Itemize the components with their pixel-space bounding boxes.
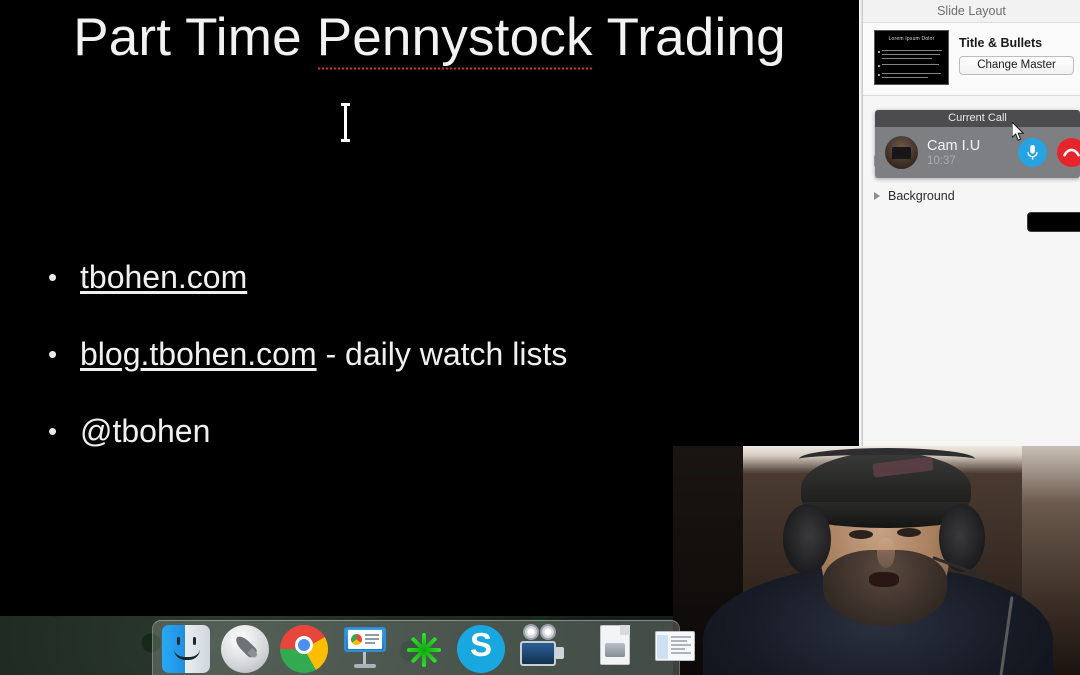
- dock-item-keynote[interactable]: [339, 621, 391, 673]
- microphone-icon: [1027, 145, 1038, 160]
- slide-title[interactable]: Part Time Pennystock Trading: [0, 4, 859, 72]
- bullet-text-2: blog.tbohen.com - daily watch lists: [80, 335, 567, 373]
- webcam-headphone-band: [799, 448, 975, 470]
- webcam-person-nose: [877, 538, 895, 568]
- master-slide-thumbnail[interactable]: Lorem Ipsum Dolor: [874, 30, 949, 85]
- background-color-swatch[interactable]: [1027, 212, 1080, 232]
- call-contact-block: Cam I.U 10:37: [927, 138, 980, 168]
- macos-dock[interactable]: S: [152, 620, 695, 675]
- bullet-marker: •: [48, 262, 58, 292]
- slide-title-part2: Trading: [592, 8, 786, 67]
- bullet-text-3: @tbohen: [80, 413, 211, 449]
- skype-glyph: S: [469, 626, 492, 663]
- finder-icon: [162, 625, 210, 673]
- webcam-headphone-cup-left: [783, 504, 831, 574]
- dock-item-starburst[interactable]: [398, 621, 450, 673]
- end-call-icon: [1063, 148, 1080, 157]
- dock-item-finder[interactable]: [162, 621, 214, 673]
- current-call-panel[interactable]: Current Call Cam I.U 10:37: [875, 110, 1080, 178]
- microphone-button[interactable]: [1018, 138, 1047, 167]
- mouse-cursor: [1012, 122, 1025, 141]
- thumbnail-title: Lorem Ipsum Dolor: [888, 36, 935, 42]
- call-panel-body: Cam I.U 10:37: [875, 127, 1080, 178]
- list-item[interactable]: • @tbohen: [48, 412, 808, 450]
- layout-name: Title & Bullets: [959, 36, 1043, 50]
- background-row[interactable]: Background: [863, 181, 1080, 211]
- slide-title-misspelled-word: Pennystock: [316, 8, 593, 70]
- slide-title-part1: Part Time: [73, 8, 317, 67]
- chrome-icon: [280, 625, 328, 673]
- background-label: Background: [888, 189, 955, 203]
- skype-icon: S: [457, 625, 505, 673]
- dock-item-chrome[interactable]: [280, 621, 332, 673]
- bullet-marker: •: [48, 416, 58, 446]
- dock-item-screen-recorder[interactable]: [516, 621, 568, 673]
- dock-item-document[interactable]: [590, 621, 642, 673]
- webcam-person-eye-left: [849, 530, 873, 539]
- dock-item-skype[interactable]: S: [457, 621, 509, 673]
- link-tbohen[interactable]: tbohen.com: [80, 259, 247, 295]
- call-panel-header: Current Call: [875, 110, 1080, 127]
- avatar: [885, 136, 918, 169]
- bullet-text-1: tbohen.com: [80, 258, 247, 296]
- webcam-person-mouth: [869, 572, 899, 587]
- call-contact-name: Cam I.U: [927, 137, 981, 154]
- layout-details: Title & Bullets Change Master: [959, 30, 1074, 75]
- list-item[interactable]: • blog.tbohen.com - daily watch lists: [48, 335, 808, 373]
- bullet-2-suffix: - daily watch lists: [316, 336, 568, 372]
- link-blog-tbohen[interactable]: blog.tbohen.com: [80, 336, 317, 372]
- chevron-right-icon[interactable]: [874, 192, 880, 200]
- dock-item-launchpad[interactable]: [221, 621, 273, 673]
- launchpad-icon: [221, 625, 269, 673]
- layout-master-row: Lorem Ipsum Dolor Title & Bullets Change…: [863, 23, 1080, 96]
- webcam-person-eye-right: [897, 528, 921, 537]
- inspector-title: Slide Layout: [863, 0, 1080, 23]
- change-master-button[interactable]: Change Master: [959, 56, 1074, 75]
- movie-camera-icon: [523, 624, 539, 640]
- end-call-button[interactable]: [1057, 138, 1080, 167]
- text-cursor-caret: [341, 103, 350, 142]
- webcam-video-overlay[interactable]: [673, 446, 1080, 675]
- dock-item-window-document[interactable]: [649, 621, 701, 673]
- list-item[interactable]: • tbohen.com: [48, 258, 808, 296]
- call-duration: 10:37: [927, 154, 956, 167]
- bullet-marker: •: [48, 339, 58, 369]
